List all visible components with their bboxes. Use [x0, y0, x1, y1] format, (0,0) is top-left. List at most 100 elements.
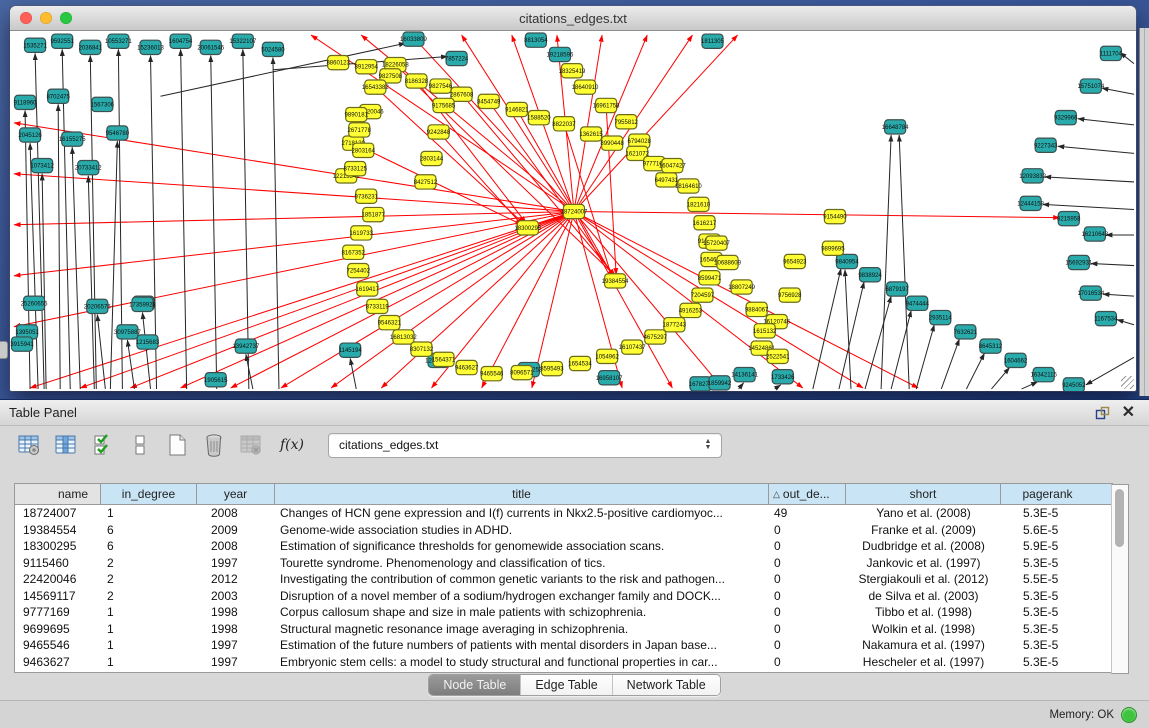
graph-node[interactable]: 1619417 [356, 282, 380, 296]
column-header-out_degree[interactable]: △out_de... [769, 484, 846, 504]
graph-node[interactable]: 15236013 [137, 40, 164, 54]
graph-node[interactable]: 8702475 [46, 89, 70, 103]
graph-node[interactable]: 15322107 [229, 34, 256, 48]
graph-node[interactable]: 8096571 [510, 366, 534, 380]
graph-node[interactable]: 9329966 [1054, 111, 1078, 125]
graph-node[interactable]: 2522541 [766, 349, 790, 363]
cell-title[interactable]: Embryonic stem cells: a model to study s… [275, 655, 769, 669]
cell-in_degree[interactable]: 1 [101, 605, 197, 619]
cell-year[interactable]: 2003 [197, 589, 275, 603]
table-row[interactable]: 969969511998Structural magnetic resonanc… [15, 621, 1112, 638]
column-header-pagerank[interactable]: pagerank [1001, 484, 1094, 504]
graph-node[interactable]: 8595493 [540, 361, 564, 375]
table-row[interactable]: 1938455462009Genome-wide association stu… [15, 522, 1112, 539]
graph-node[interactable]: 1811305 [701, 34, 725, 48]
cell-year[interactable]: 2008 [197, 506, 275, 520]
cell-pagerank[interactable]: 5.3E-5 [1001, 556, 1094, 570]
graph-node[interactable]: 18724007 [561, 204, 588, 218]
close-button[interactable] [20, 12, 32, 24]
cell-title[interactable]: Tourette syndrome. Phenomenology and cla… [275, 556, 769, 570]
table-row[interactable]: 946362711997Embryonic stem cells: a mode… [15, 654, 1112, 671]
cell-year[interactable]: 2012 [197, 572, 275, 586]
graph-node[interactable]: 1821610 [687, 197, 711, 211]
cell-year[interactable]: 2009 [197, 523, 275, 537]
zoom-button[interactable] [60, 12, 72, 24]
table-row[interactable]: 1872400712008Changes of HCN gene express… [15, 505, 1112, 522]
network-window[interactable]: citations_edges.txt 15352719592551203684… [10, 6, 1136, 391]
graph-node[interactable]: 19218596 [547, 47, 574, 61]
graph-node[interactable]: 8427512 [414, 175, 438, 189]
table-row[interactable]: 2242004622012Investigating the contribut… [15, 571, 1112, 588]
graph-node[interactable]: 9840954 [835, 254, 859, 268]
cell-title[interactable]: Genome-wide association studies in ADHD. [275, 523, 769, 537]
delete-table-icon[interactable] [238, 432, 264, 458]
graph-node[interactable]: 1615132 [753, 324, 777, 338]
cell-in_degree[interactable]: 6 [101, 523, 197, 537]
graph-node[interactable]: 9245052 [1062, 378, 1086, 391]
graph-node[interactable]: 2803164 [352, 143, 376, 157]
graph-node[interactable]: 15720407 [703, 236, 730, 250]
graph-node[interactable]: 1167534 [1094, 311, 1118, 325]
graph-node[interactable]: 15751074 [1077, 79, 1104, 93]
graph-node[interactable]: 7204597 [691, 288, 715, 302]
cell-out_degree[interactable]: 0 [769, 572, 846, 586]
network-canvas[interactable]: 1535271959255120368411055327115236013160… [10, 31, 1136, 391]
graph-node[interactable]: 7857224 [445, 51, 469, 65]
graph-node[interactable]: 18164610 [675, 179, 702, 193]
graph-node[interactable]: 2036841 [79, 40, 103, 54]
graph-node[interactable]: 1619733 [350, 226, 374, 240]
graph-node[interactable]: 8990448 [600, 136, 624, 150]
graph-node[interactable]: 1567306 [91, 97, 115, 111]
graph-node[interactable]: 9227343 [1034, 138, 1058, 152]
graph-node[interactable]: 1564371 [432, 352, 456, 366]
cell-title[interactable]: Disruption of a novel member of a sodium… [275, 589, 769, 603]
network-window-titlebar[interactable]: citations_edges.txt [10, 6, 1136, 31]
graph-node[interactable]: 9463627 [455, 360, 479, 374]
graph-node[interactable]: 16033809 [400, 32, 427, 46]
cell-out_degree[interactable]: 0 [769, 556, 846, 570]
left-panel-grip[interactable] [0, 341, 8, 359]
delete-column-icon[interactable] [201, 432, 227, 458]
table-row[interactable]: 977716911998Corpus callosum shape and si… [15, 604, 1112, 621]
graph-node[interactable]: 20733412 [75, 161, 102, 175]
table-row[interactable]: 1830029562008Estimation of significance … [15, 538, 1112, 555]
graph-node[interactable]: 12444158 [1017, 196, 1044, 210]
cell-name[interactable]: 14569117 [15, 589, 101, 603]
graph-node[interactable]: 9175685 [432, 98, 456, 112]
cell-pagerank[interactable]: 5.3E-5 [1001, 622, 1094, 636]
graph-node[interactable]: 1851877 [362, 207, 386, 221]
graph-node[interactable]: 2045126 [18, 128, 42, 142]
cell-out_degree[interactable]: 0 [769, 638, 846, 652]
cell-name[interactable]: 9115460 [15, 556, 101, 570]
cell-pagerank[interactable]: 5.3E-5 [1001, 506, 1094, 520]
cell-title[interactable]: Structural magnetic resonance image aver… [275, 622, 769, 636]
graph-node[interactable]: 16543382 [362, 80, 389, 94]
graph-node[interactable]: 8822037 [552, 117, 576, 131]
cell-pagerank[interactable]: 5.5E-5 [1001, 572, 1094, 586]
graph-node[interactable]: 9154490 [823, 209, 847, 223]
graph-node[interactable]: 19384554 [602, 274, 629, 288]
graph-node[interactable]: 1054962 [595, 349, 619, 363]
graph-node[interactable]: 8307132 [410, 342, 434, 356]
column-header-short[interactable]: short [846, 484, 1001, 504]
graph-node[interactable]: 10688609 [714, 255, 741, 269]
column-header-year[interactable]: year [197, 484, 275, 504]
graph-node[interactable]: 10553271 [105, 34, 132, 48]
graph-node[interactable]: 9546780 [106, 126, 130, 140]
graph-node[interactable]: 16107437 [619, 340, 646, 354]
graph-node[interactable]: 8813054 [524, 33, 548, 47]
graph-node[interactable]: 9756928 [778, 288, 802, 302]
tab-node-table[interactable]: Node Table [429, 675, 521, 695]
graph-node[interactable]: 18325419 [559, 64, 586, 78]
graph-node[interactable]: 7955812 [614, 115, 638, 129]
graph-node[interactable]: 16342115 [1031, 368, 1058, 382]
float-window-icon[interactable] [1095, 406, 1110, 420]
graph-node[interactable]: 1905615 [204, 373, 228, 387]
select-all-columns-icon[interactable] [90, 432, 116, 458]
graph-node[interactable]: 1604662 [1004, 353, 1028, 367]
column-header-title[interactable]: title [275, 484, 769, 504]
cell-year[interactable]: 1997 [197, 638, 275, 652]
cell-in_degree[interactable]: 1 [101, 506, 197, 520]
graph-node[interactable]: 1859942 [708, 376, 732, 390]
graph-node[interactable]: 2935114 [929, 310, 953, 324]
